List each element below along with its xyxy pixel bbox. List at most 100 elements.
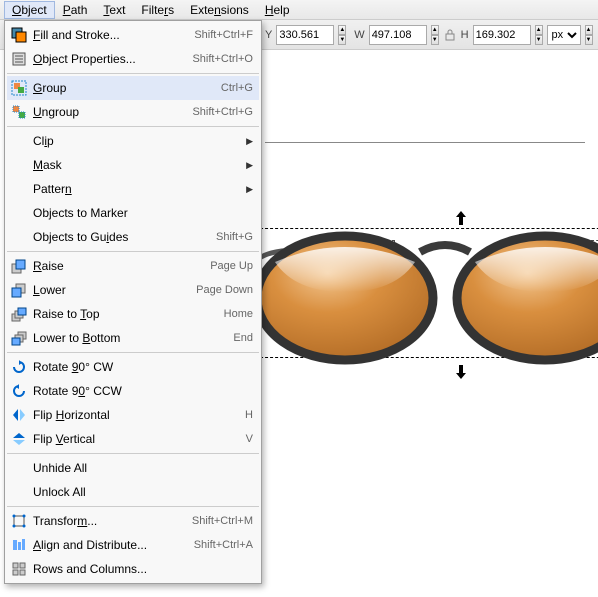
shortcut: Home: [224, 308, 253, 320]
menuitem-rotate-90-ccw[interactable]: Rotate 90° CCW: [7, 379, 259, 403]
unit-spinner[interactable]: ▲▼: [585, 25, 593, 45]
menuitem-objects-to-guides[interactable]: Objects to GuidesShift+G: [7, 225, 259, 249]
menuitem-label: Flip Vertical: [33, 432, 246, 446]
group-icon: [9, 79, 29, 97]
raise-top-icon: [9, 305, 29, 323]
shortcut: End: [233, 332, 253, 344]
menuitem-transform-[interactable]: Transform...Shift+Ctrl+M: [7, 509, 259, 533]
unit-select[interactable]: px: [547, 25, 581, 45]
shortcut: Shift+G: [216, 231, 253, 243]
rotate-ccw-icon: [9, 382, 29, 400]
menu-object[interactable]: Object: [4, 1, 55, 19]
menuitem-ungroup[interactable]: UngroupShift+Ctrl+G: [7, 100, 259, 124]
raise-icon: [9, 257, 29, 275]
menuitem-lower-to-bottom[interactable]: Lower to BottomEnd: [7, 326, 259, 350]
menuitem-fill-and-stroke-[interactable]: Fill and Stroke...Shift+Ctrl+F: [7, 23, 259, 47]
menuitem-flip-horizontal[interactable]: Flip HorizontalH: [7, 403, 259, 427]
menuitem-pattern[interactable]: Pattern▶: [7, 177, 259, 201]
menuitem-label: Objects to Marker: [33, 206, 253, 220]
menuitem-mask[interactable]: Mask▶: [7, 153, 259, 177]
lower-bottom-icon: [9, 329, 29, 347]
menuitem-flip-vertical[interactable]: Flip VerticalV: [7, 427, 259, 451]
h-label: H: [461, 29, 469, 41]
rows-cols-icon: [9, 560, 29, 578]
align-icon: [9, 536, 29, 554]
canvas[interactable]: [265, 50, 598, 597]
blank-icon: [9, 156, 29, 174]
menuitem-clip[interactable]: Clip▶: [7, 129, 259, 153]
shortcut: Shift+Ctrl+F: [194, 29, 253, 41]
shortcut: Page Down: [196, 284, 253, 296]
w-spinner[interactable]: ▲▼: [431, 25, 439, 45]
blank-icon: [9, 132, 29, 150]
shortcut: Shift+Ctrl+O: [192, 53, 253, 65]
menuitem-group[interactable]: GroupCtrl+G: [7, 76, 259, 100]
menuitem-label: Object Properties...: [33, 52, 192, 66]
lock-icon[interactable]: [443, 26, 457, 44]
shortcut: Page Up: [210, 260, 253, 272]
transform-icon: [9, 512, 29, 530]
menuitem-unlock-all[interactable]: Unlock All: [7, 480, 259, 504]
obj-prop-icon: [9, 50, 29, 68]
menuitem-label: Flip Horizontal: [33, 408, 245, 422]
flip-h-icon: [9, 406, 29, 424]
menuitem-object-properties-[interactable]: Object Properties...Shift+Ctrl+O: [7, 47, 259, 71]
menuitem-label: Raise: [33, 259, 210, 273]
blank-icon: [9, 204, 29, 222]
menuitem-align-and-distribute-[interactable]: Align and Distribute...Shift+Ctrl+A: [7, 533, 259, 557]
submenu-arrow-icon: ▶: [246, 184, 253, 195]
menuitem-label: Raise to Top: [33, 307, 224, 321]
submenu-arrow-icon: ▶: [246, 136, 253, 147]
y-input[interactable]: [276, 25, 334, 45]
menuitem-label: Unhide All: [33, 461, 253, 475]
menu-text[interactable]: Text: [95, 1, 133, 19]
menuitem-label: Clip: [33, 134, 246, 148]
lower-icon: [9, 281, 29, 299]
menuitem-label: Ungroup: [33, 105, 192, 119]
menuitem-label: Lower to Bottom: [33, 331, 233, 345]
shortcut: Shift+Ctrl+A: [194, 539, 253, 551]
menu-filters[interactable]: Filters: [133, 1, 182, 19]
menuitem-label: Transform...: [33, 514, 192, 528]
shortcut: Ctrl+G: [221, 82, 253, 94]
menubar: Object Path Text Filters Extensions Help: [0, 0, 598, 20]
menuitem-label: Group: [33, 81, 221, 95]
shortcut: H: [245, 409, 253, 421]
shortcut: Shift+Ctrl+M: [192, 515, 253, 527]
h-spinner[interactable]: ▲▼: [535, 25, 543, 45]
blank-icon: [9, 483, 29, 501]
ungroup-icon: [9, 103, 29, 121]
flip-v-icon: [9, 430, 29, 448]
shortcut: Shift+Ctrl+G: [192, 106, 253, 118]
sunglasses-image: [245, 220, 598, 380]
blank-icon: [9, 459, 29, 477]
menu-path[interactable]: Path: [55, 1, 96, 19]
rotate-cw-icon: [9, 358, 29, 376]
menuitem-label: Objects to Guides: [33, 230, 216, 244]
submenu-arrow-icon: ▶: [246, 160, 253, 171]
y-spinner[interactable]: ▲▼: [338, 25, 346, 45]
menuitem-label: Rows and Columns...: [33, 562, 253, 576]
menuitem-label: Rotate 90° CW: [33, 360, 253, 374]
menuitem-lower[interactable]: LowerPage Down: [7, 278, 259, 302]
shortcut: V: [246, 433, 253, 445]
menu-extensions[interactable]: Extensions: [182, 1, 257, 19]
menuitem-label: Lower: [33, 283, 196, 297]
menuitem-rows-and-columns-[interactable]: Rows and Columns...: [7, 557, 259, 581]
blank-icon: [9, 228, 29, 246]
menuitem-label: Rotate 90° CCW: [33, 384, 253, 398]
menuitem-raise-to-top[interactable]: Raise to TopHome: [7, 302, 259, 326]
y-label: Y: [265, 29, 272, 41]
menu-help[interactable]: Help: [257, 1, 298, 19]
menuitem-label: Align and Distribute...: [33, 538, 194, 552]
h-input[interactable]: [473, 25, 531, 45]
menuitem-unhide-all[interactable]: Unhide All: [7, 456, 259, 480]
blank-icon: [9, 180, 29, 198]
menuitem-rotate-90-cw[interactable]: Rotate 90° CW: [7, 355, 259, 379]
menuitem-objects-to-marker[interactable]: Objects to Marker: [7, 201, 259, 225]
w-input[interactable]: [369, 25, 427, 45]
fill-stroke-icon: [9, 26, 29, 44]
menuitem-raise[interactable]: RaisePage Up: [7, 254, 259, 278]
menuitem-label: Pattern: [33, 182, 246, 196]
w-label: W: [354, 29, 364, 41]
